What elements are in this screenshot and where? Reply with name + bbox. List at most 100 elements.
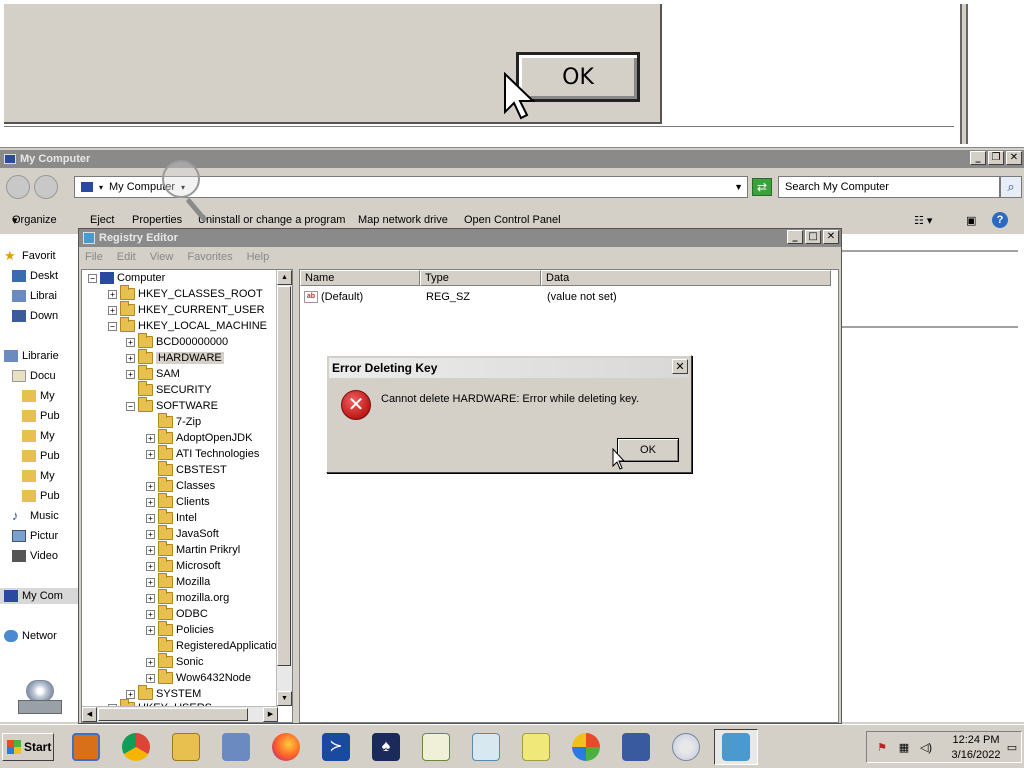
eject-button[interactable]: Eject — [90, 214, 114, 226]
menu-help[interactable]: Help — [247, 251, 270, 263]
tree-item-sam[interactable]: + SAM — [126, 365, 180, 382]
address-chevron-icon[interactable]: ▾ — [99, 183, 103, 192]
close-button[interactable]: ✕ — [823, 230, 839, 244]
clock-date[interactable]: 3/16/2022 — [947, 749, 1005, 761]
menu-favorites[interactable]: Favorites — [187, 251, 232, 263]
calculator-icon[interactable] — [614, 729, 658, 765]
tree-item-software-child[interactable]: + Martin Prikryl — [146, 541, 240, 558]
nav-downloads[interactable]: Down — [12, 308, 88, 324]
solitaire-icon[interactable]: ♠ — [364, 729, 408, 765]
change-view-icon[interactable]: ☷ ▾ — [914, 214, 932, 227]
tree-item-software-child[interactable]: + Clients — [146, 493, 210, 510]
action-center-flag-icon[interactable]: ⚑ — [875, 741, 889, 755]
tree-item-hkcr[interactable]: + HKEY_CLASSES_ROOT — [108, 285, 263, 302]
show-desktop-icon[interactable]: ▭ — [1005, 741, 1019, 755]
computer-icon — [4, 154, 16, 164]
tree-item-hkcu[interactable]: + HKEY_CURRENT_USER — [108, 301, 265, 318]
tree-item-software-child[interactable]: + Policies — [146, 621, 214, 638]
scroll-thumb[interactable] — [98, 708, 248, 721]
volume-icon[interactable]: ◁) — [919, 741, 933, 755]
tree-item-software-child[interactable]: RegisteredApplicatio — [146, 637, 277, 654]
properties-button[interactable]: Properties — [132, 214, 182, 226]
column-header-data[interactable]: Data — [541, 270, 831, 286]
open-control-panel-button[interactable]: Open Control Panel — [464, 214, 561, 226]
nav-libraries-fav[interactable]: Librai — [12, 288, 88, 304]
scroll-right-arrow-icon[interactable]: ▶ — [263, 707, 278, 722]
tree-item-software-child[interactable]: + ODBC — [146, 605, 208, 622]
scroll-down-arrow-icon[interactable]: ▼ — [277, 691, 292, 706]
tree-item-software[interactable]: − SOFTWARE — [126, 397, 218, 414]
tree-item-software-child[interactable]: 7-Zip — [146, 413, 201, 430]
nav-network[interactable]: Networ — [4, 628, 80, 644]
tree-item-software-child[interactable]: + Mozilla — [146, 573, 210, 590]
scroll-up-arrow-icon[interactable]: ▲ — [277, 270, 292, 285]
notepad-plus-icon[interactable] — [414, 729, 458, 765]
back-button[interactable] — [6, 175, 30, 199]
firefox-icon[interactable] — [264, 729, 308, 765]
help-icon[interactable]: ? — [992, 212, 1008, 228]
tree-item-software-child[interactable]: CBSTEST — [146, 461, 227, 478]
menu-file[interactable]: File — [85, 251, 103, 263]
tree-item-security[interactable]: SECURITY — [126, 381, 212, 398]
tree-item-hklm[interactable]: − HKEY_LOCAL_MACHINE — [108, 317, 267, 334]
scroll-left-arrow-icon[interactable]: ◀ — [82, 707, 97, 722]
refresh-button[interactable]: ⇄ — [752, 178, 772, 196]
tree-vertical-scrollbar[interactable]: ▲ ▼ — [276, 270, 292, 706]
tree-item-software-child[interactable]: + Sonic — [146, 653, 204, 670]
map-network-drive-button[interactable]: Map network drive — [358, 214, 448, 226]
start-button[interactable]: Start — [2, 733, 54, 761]
nav-favorites[interactable]: ★ Favorit — [4, 248, 80, 264]
tree-item-hardware[interactable]: + HARDWARE — [126, 349, 224, 366]
nav-documents[interactable]: Docu — [12, 368, 88, 384]
paint-icon[interactable] — [664, 729, 708, 765]
uninstall-program-button[interactable]: Uninstall or change a program — [198, 214, 345, 226]
forward-button[interactable] — [34, 175, 58, 199]
tree-item-software-child[interactable]: + mozilla.org — [146, 589, 229, 606]
minimize-button[interactable]: _ — [970, 151, 986, 165]
windows-update-icon[interactable] — [564, 729, 608, 765]
tree-item-software-child[interactable]: + Classes — [146, 477, 215, 494]
chrome-icon[interactable] — [114, 729, 158, 765]
sticky-notes-icon[interactable] — [514, 729, 558, 765]
network-computer-icon[interactable] — [214, 729, 258, 765]
ok-button[interactable]: OK — [617, 438, 679, 462]
nav-pictures[interactable]: Pictur — [12, 528, 88, 544]
nav-desktop[interactable]: Deskt — [12, 268, 88, 284]
restore-button[interactable]: ❐ — [988, 151, 1004, 165]
value-row-name[interactable]: ab (Default) — [304, 289, 363, 305]
scroll-thumb[interactable] — [277, 286, 291, 666]
search-input[interactable]: Search My Computer — [778, 176, 1000, 198]
menu-view[interactable]: View — [150, 251, 174, 263]
tree-item-software-child[interactable]: + Microsoft — [146, 557, 221, 574]
tree-item-software-child[interactable]: + Wow6432Node — [146, 669, 251, 686]
close-icon[interactable]: ✕ — [672, 359, 688, 374]
tree-item-bcd[interactable]: + BCD00000000 — [126, 333, 228, 350]
explorer-folder-icon[interactable] — [164, 729, 208, 765]
document-icon[interactable] — [464, 729, 508, 765]
tree-item-software-child[interactable]: + JavaSoft — [146, 525, 219, 542]
nav-my-computer[interactable]: My Com — [0, 588, 78, 604]
clock-time[interactable]: 12:24 PM — [951, 734, 1001, 746]
search-icon[interactable]: ⌕ — [1000, 176, 1022, 198]
registry-editor-taskbar-icon[interactable] — [714, 729, 758, 765]
network-tray-icon[interactable]: ▦ — [897, 741, 911, 755]
tree-item-computer[interactable]: − Computer — [88, 270, 165, 286]
media-player-icon[interactable] — [64, 729, 108, 765]
powershell-icon[interactable]: ≻ — [314, 729, 358, 765]
address-history-dropdown-icon[interactable]: ▼ — [734, 182, 743, 192]
close-button[interactable]: ✕ — [1006, 151, 1022, 165]
column-header-type[interactable]: Type — [420, 270, 541, 286]
tree-item-software-child[interactable]: + ATI Technologies — [146, 445, 259, 462]
tree-horizontal-scrollbar[interactable]: ◀ ▶ — [82, 706, 278, 722]
nav-libraries[interactable]: Librarie — [4, 348, 80, 364]
preview-pane-icon[interactable]: ▣ — [966, 214, 976, 227]
organize-button[interactable]: Organize ▾ — [12, 214, 57, 227]
tree-item-software-child[interactable]: + Intel — [146, 509, 197, 526]
nav-music[interactable]: ♪ Music — [12, 508, 88, 524]
menu-edit[interactable]: Edit — [117, 251, 136, 263]
maximize-button[interactable]: □ — [805, 230, 821, 244]
column-header-name[interactable]: Name — [300, 270, 420, 286]
minimize-button[interactable]: _ — [787, 230, 803, 244]
tree-item-software-child[interactable]: + AdoptOpenJDK — [146, 429, 252, 446]
nav-videos[interactable]: Video — [12, 548, 88, 564]
